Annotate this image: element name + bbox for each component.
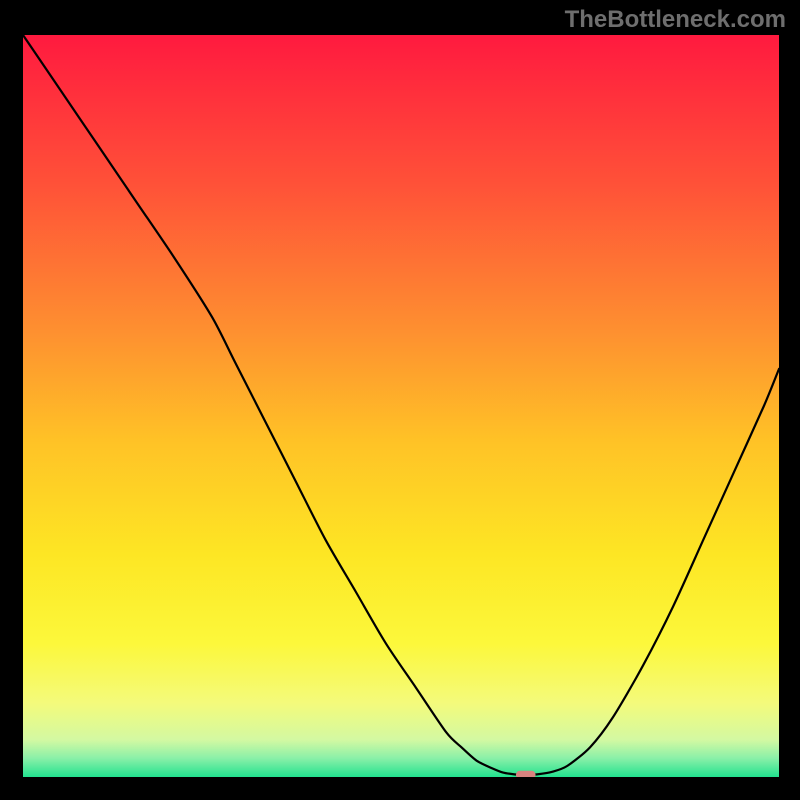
plot-area — [23, 35, 779, 777]
optimum-marker — [516, 771, 536, 777]
watermark-text: TheBottleneck.com — [565, 6, 786, 34]
chart-frame: TheBottleneck.com — [0, 0, 800, 800]
chart-svg — [23, 35, 779, 777]
